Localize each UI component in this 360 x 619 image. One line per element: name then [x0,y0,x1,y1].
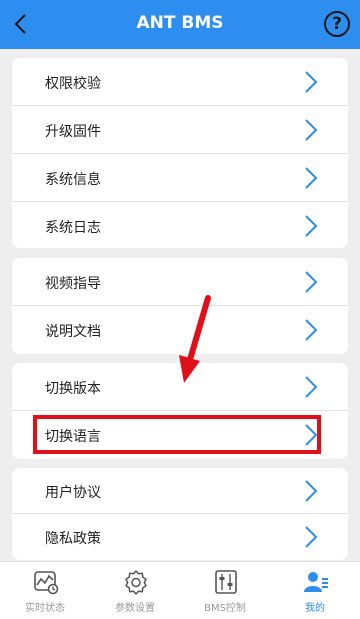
menu-item-label: 切换版本 [45,381,101,397]
app-header: ANT BMS ? [0,0,360,49]
tab-label: 实时状态 [25,603,65,614]
settings-gear-icon [125,570,147,595]
menu-group-system: 权限校验 升级固件 系统信息 系统日志 [12,58,348,248]
menu-item-label: 权限校验 [45,76,101,92]
menu-item-user-agreement[interactable]: 用户协议 [12,468,348,514]
page-title: ANT BMS [136,13,224,33]
profile-icon [304,572,328,592]
menu-item-privacy-policy[interactable]: 隐私政策 [12,514,348,560]
chevron-right-icon [305,215,318,237]
tab-mine[interactable]: 我的 [270,562,360,619]
chevron-right-icon [305,119,318,141]
menu-item-label: 用户协议 [45,485,101,501]
chevron-right-icon [305,167,318,189]
tab-realtime-status[interactable]: 实时状态 [0,562,90,619]
menu-item-permission-check[interactable]: 权限校验 [12,58,348,106]
menu-item-system-log[interactable]: 系统日志 [12,202,348,250]
menu-item-label: 说明文档 [45,324,101,340]
chevron-right-icon [305,271,318,293]
menu-item-upgrade-firmware[interactable]: 升级固件 [12,106,348,154]
menu-group-legal: 用户协议 隐私政策 [12,468,348,560]
chevron-right-icon [305,71,318,93]
menu-item-system-info[interactable]: 系统信息 [12,154,348,202]
menu-item-label: 隐私政策 [45,531,101,547]
chevron-right-icon [305,526,318,548]
tab-bms-control[interactable]: BMS控制 [180,562,270,619]
tab-label: 参数设置 [115,603,155,614]
bottom-tab-bar: 实时状态 参数设置 BMS控制 我的 [0,561,360,619]
tab-label: 我的 [305,603,325,614]
menu-item-label: 升级固件 [45,124,101,140]
chevron-right-icon [305,480,318,502]
menu-item-label: 视频指导 [45,276,101,292]
annotation-arrow-icon [179,295,211,383]
tab-parameter-settings[interactable]: 参数设置 [90,562,180,619]
chevron-right-icon [305,319,318,341]
bms-control-icon [215,570,237,594]
tab-label: BMS控制 [204,603,246,614]
highlight-box [33,415,321,454]
menu-item-label: 系统信息 [45,172,101,188]
menu-item-label: 系统日志 [45,220,101,236]
realtime-status-icon [34,571,59,595]
help-icon[interactable]: ? [324,11,350,37]
chevron-right-icon [305,376,318,398]
